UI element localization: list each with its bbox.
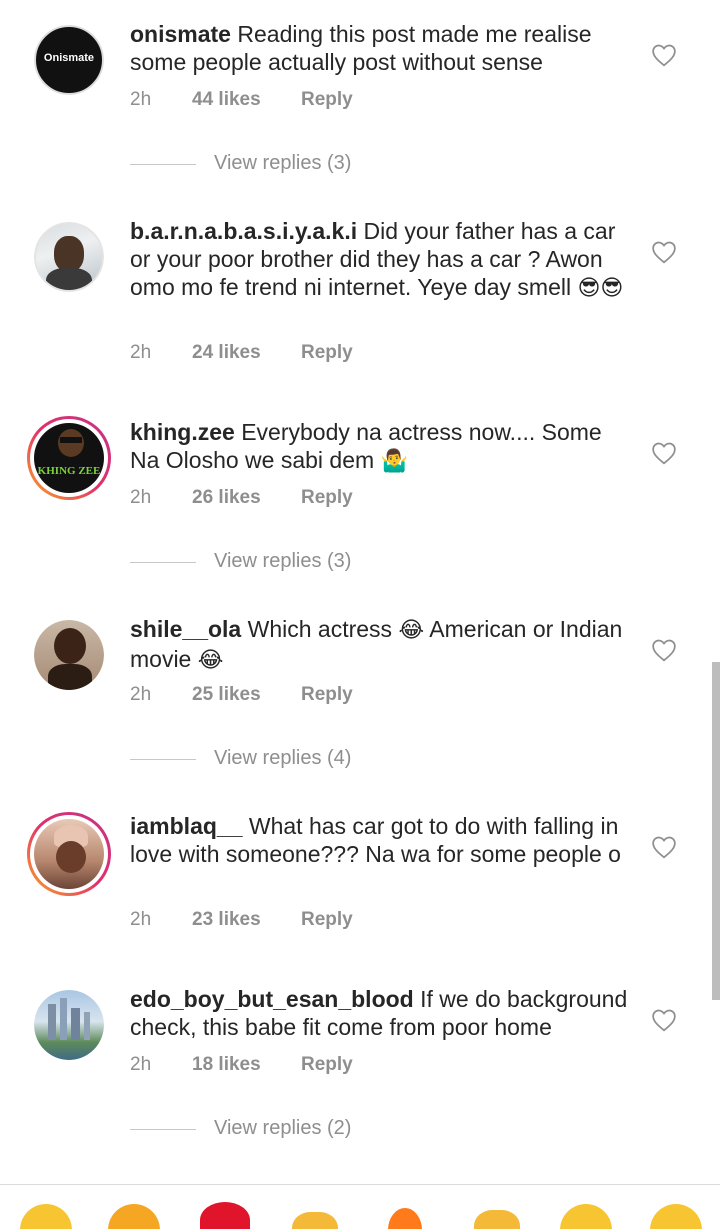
comment-time: 2h: [130, 684, 152, 705]
sunglasses-emoji: 😎😎: [577, 276, 624, 301]
reply-button[interactable]: Reply: [301, 1054, 353, 1076]
avatar[interactable]: Onismate: [34, 25, 104, 95]
comment-username[interactable]: onismate: [130, 21, 231, 47]
comment-username[interactable]: iamblaq__: [130, 813, 243, 839]
avatar[interactable]: [34, 990, 104, 1060]
smiling-face-emoji-button[interactable]: [20, 1204, 72, 1229]
view-replies-label[interactable]: View replies (2): [214, 1117, 351, 1140]
reply-button[interactable]: Reply: [301, 487, 353, 509]
heart-icon[interactable]: [651, 240, 677, 264]
comment-time: 2h: [130, 89, 152, 110]
comment-time: 2h: [130, 1054, 152, 1075]
avatar-logo-text: KHING ZEE: [37, 465, 101, 477]
heart-icon[interactable]: [651, 441, 677, 465]
red-heart-emoji-button[interactable]: [200, 1202, 250, 1229]
comment-text-block: iamblaq__ What has car got to do with fa…: [130, 812, 630, 868]
comment-text-block: shile__ola Which actress 😂 American or I…: [130, 615, 630, 675]
comment-time: 2h: [130, 487, 152, 508]
divider: [0, 1184, 720, 1185]
view-replies-label[interactable]: View replies (4): [214, 747, 351, 770]
comment-text-block: khing.zee Everybody na actress now.... S…: [130, 418, 630, 476]
raised-hands-emoji-button[interactable]: [474, 1210, 520, 1229]
avatar[interactable]: KHING ZEE: [27, 416, 111, 500]
heart-eyes-emoji-button[interactable]: [560, 1204, 612, 1229]
comment-text-block: onismate Reading this post made me reali…: [130, 20, 630, 76]
comment-username[interactable]: b.a.r.n.a.b.a.s.i.y.a.k.i: [130, 218, 357, 244]
comment-time: 2h: [130, 342, 152, 363]
reply-button[interactable]: Reply: [301, 909, 353, 931]
comment-text-block: edo_boy_but_esan_blood If we do backgrou…: [130, 985, 630, 1041]
heart-icon[interactable]: [651, 835, 677, 859]
heart-icon[interactable]: [651, 1008, 677, 1032]
comment-username[interactable]: edo_boy_but_esan_blood: [130, 986, 414, 1012]
divider-line: [130, 759, 196, 760]
shrug-emoji: 🤷‍♂️: [380, 449, 408, 474]
reply-button[interactable]: Reply: [301, 89, 353, 111]
divider-line: [130, 1129, 196, 1130]
clapping-hands-emoji-button[interactable]: [292, 1212, 338, 1229]
comment-time: 2h: [130, 909, 152, 930]
divider-line: [130, 562, 196, 563]
avatar[interactable]: [27, 812, 111, 896]
comment-body: Which actress: [247, 616, 393, 642]
view-replies-label[interactable]: View replies (3): [214, 550, 351, 573]
heart-icon[interactable]: [651, 638, 677, 662]
avatar-logo-text: Onismate: [43, 52, 95, 64]
comment-likes[interactable]: 25 likes: [192, 684, 261, 706]
avatar[interactable]: [34, 620, 104, 690]
scrollbar[interactable]: [712, 662, 720, 1000]
comment-text-block: b.a.r.n.a.b.a.s.i.y.a.k.i Did your fathe…: [130, 217, 630, 303]
view-replies-label[interactable]: View replies (3): [214, 152, 351, 175]
comment-likes[interactable]: 44 likes: [192, 89, 261, 111]
laughing-emoji: 😂: [197, 648, 224, 673]
fire-emoji-button[interactable]: [388, 1208, 422, 1229]
comment-likes[interactable]: 24 likes: [192, 342, 261, 364]
heart-icon[interactable]: [651, 43, 677, 67]
avatar[interactable]: [34, 222, 104, 292]
divider-line: [130, 164, 196, 165]
crying-face-emoji-button[interactable]: [108, 1204, 160, 1229]
comment-likes[interactable]: 26 likes: [192, 487, 261, 509]
comment-username[interactable]: shile__ola: [130, 616, 241, 642]
reply-button[interactable]: Reply: [301, 342, 353, 364]
reply-button[interactable]: Reply: [301, 684, 353, 706]
surprised-face-emoji-button[interactable]: [650, 1204, 702, 1229]
comment-likes[interactable]: 23 likes: [192, 909, 261, 931]
comment-likes[interactable]: 18 likes: [192, 1054, 261, 1076]
quick-emoji-bar: [0, 1200, 720, 1229]
comment-username[interactable]: khing.zee: [130, 419, 235, 445]
laughing-emoji: 😂: [398, 618, 425, 643]
